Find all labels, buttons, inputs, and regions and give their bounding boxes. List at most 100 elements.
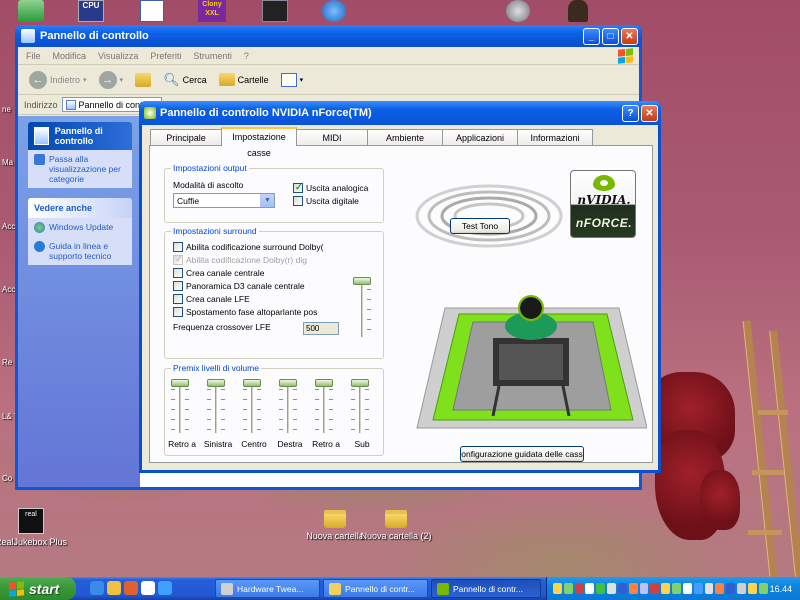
close-button[interactable]: ✕ <box>641 104 658 122</box>
app-icon[interactable] <box>262 0 288 22</box>
tray-icon[interactable] <box>747 583 757 594</box>
game-icon[interactable] <box>568 0 588 22</box>
premix-slider[interactable] <box>205 379 227 435</box>
clony-icon[interactable]: Clony XXL <box>198 0 226 22</box>
menu-view[interactable]: Visualizza <box>98 51 138 61</box>
close-button[interactable]: ✕ <box>621 27 638 45</box>
premix-slider[interactable] <box>313 379 335 435</box>
menu-help[interactable]: ? <box>244 51 249 61</box>
tray-icon[interactable] <box>715 583 725 594</box>
tray-icon[interactable] <box>672 583 681 594</box>
tab-informazioni[interactable]: Informazioni <box>517 129 593 146</box>
views-button[interactable]: ▾ <box>278 71 307 89</box>
menu-favorites[interactable]: Preferiti <box>150 51 181 61</box>
slider-tick <box>185 419 189 420</box>
dolby-digital-checkbox[interactable]: Abilita codificazione Dolby(r) dig <box>173 254 307 265</box>
d3-center-pan-checkbox[interactable]: Panoramica D3 canale centrale <box>173 281 305 291</box>
slider-thumb[interactable] <box>171 379 189 387</box>
help-button[interactable]: ? <box>622 104 639 122</box>
speaker-wizard-button[interactable]: onfigurazione guidata delle cass <box>460 446 584 462</box>
media-icon[interactable] <box>124 581 138 595</box>
tab-principale[interactable]: Principale <box>150 129 222 146</box>
slider-thumb[interactable] <box>351 379 369 387</box>
dolby-surround-checkbox[interactable]: Abilita codificazione surround Dolby( <box>173 242 324 252</box>
tray-icon[interactable] <box>737 583 746 594</box>
control-panel-box-header[interactable]: Pannello di controllo <box>28 122 132 150</box>
slider-thumb[interactable] <box>315 379 333 387</box>
tray-icon[interactable] <box>758 583 768 594</box>
tray-icon[interactable] <box>585 583 595 594</box>
center-channel-checkbox[interactable]: Crea canale centrale <box>173 268 264 278</box>
task-hardware-tweaker[interactable]: Hardware Twea... <box>215 579 320 598</box>
analog-output-checkbox[interactable]: Uscita analogica <box>293 182 368 193</box>
tray-icon[interactable] <box>563 583 573 594</box>
premix-slider[interactable] <box>349 379 371 435</box>
tray-icon[interactable] <box>607 583 616 594</box>
word-document-icon[interactable] <box>140 0 164 22</box>
digital-output-checkbox[interactable]: Uscita digitale <box>293 196 359 206</box>
tray-icon[interactable] <box>682 583 692 594</box>
maximize-button[interactable]: □ <box>602 27 619 45</box>
nvidia-titlebar[interactable]: Pannello di controllo NVIDIA nForce(TM) … <box>139 101 661 125</box>
tray-icon[interactable] <box>628 583 638 594</box>
tab-midi[interactable]: MIDI <box>296 129 368 146</box>
tab-ambiente[interactable]: Ambiente <box>367 129 443 146</box>
see-also-header[interactable]: Vedere anche <box>28 198 132 218</box>
speaker-phase-checkbox[interactable]: Spostamento fase altoparlante pos <box>173 307 317 317</box>
test-tone-button[interactable]: Test Tono <box>450 218 510 234</box>
tray-icon[interactable] <box>693 583 703 594</box>
premix-slider[interactable] <box>277 379 299 435</box>
task-nvidia-control-panel[interactable]: Pannello di contr... <box>431 579 541 598</box>
slider-thumb[interactable] <box>353 277 371 285</box>
search-button[interactable]: 🔍︎ Cerca <box>160 70 210 90</box>
show-desktop-icon[interactable] <box>141 581 155 595</box>
minimize-button[interactable]: _ <box>583 27 600 45</box>
menu-tools[interactable]: Strumenti <box>193 51 232 61</box>
premix-slider[interactable] <box>169 379 191 435</box>
listening-mode-select[interactable]: Cuffie ▼ <box>173 193 275 208</box>
app-icon[interactable] <box>158 581 172 595</box>
menu-file[interactable]: File <box>26 51 41 61</box>
tab-impostazione-casse[interactable]: Impostazione casse <box>221 127 297 158</box>
cd-icon[interactable] <box>506 0 530 22</box>
switch-view-link[interactable]: Passa alla visualizzazione per categorie <box>28 150 132 188</box>
crossover-slider[interactable] <box>351 277 373 339</box>
slider-tick <box>243 429 247 430</box>
task-control-panel[interactable]: Pannello di contr... <box>323 579 428 598</box>
tray-icon[interactable] <box>661 583 671 594</box>
slider-thumb[interactable] <box>243 379 261 387</box>
slider-thumb[interactable] <box>207 379 225 387</box>
windows-update-link[interactable]: Windows Update <box>28 218 132 237</box>
tab-applicazioni[interactable]: Applicazioni <box>442 129 518 146</box>
tray-icon[interactable] <box>650 583 660 594</box>
start-button[interactable]: start <box>0 577 76 600</box>
tray-icon[interactable] <box>617 583 627 594</box>
recycle-icon[interactable] <box>18 0 44 22</box>
tray-icon[interactable] <box>574 583 584 594</box>
premix-slider[interactable] <box>241 379 263 435</box>
slider-tick <box>279 399 283 400</box>
up-folder-button[interactable] <box>132 71 154 89</box>
internet-explorer-icon[interactable] <box>90 581 104 595</box>
desktop-icon-new-folder-2[interactable]: Nuova cartella (2) <box>357 510 435 541</box>
desktop-icon-realjukebox[interactable]: real RealJukebox Plus <box>0 508 70 547</box>
explorer-titlebar[interactable]: Pannello di controllo _ □ ✕ <box>15 25 642 47</box>
volume-icon[interactable] <box>704 583 714 594</box>
tray-icon[interactable] <box>639 583 649 594</box>
back-button[interactable]: ← Indietro ▾ <box>26 69 90 91</box>
checkbox-box <box>173 307 183 317</box>
slider-thumb[interactable] <box>279 379 297 387</box>
cpu-z-icon[interactable]: CPU <box>78 0 104 22</box>
menu-edit[interactable]: Modifica <box>53 51 87 61</box>
forward-button[interactable]: → ▾ <box>96 69 127 91</box>
folders-button[interactable]: Cartelle <box>216 71 272 88</box>
folder-icon[interactable] <box>107 581 121 595</box>
tray-icon[interactable] <box>553 583 562 594</box>
tray-icon[interactable] <box>596 583 606 594</box>
help-support-link[interactable]: Guida in linea e supporto tecnico <box>28 237 132 265</box>
network-icon[interactable] <box>322 0 346 22</box>
crossover-value-field[interactable]: 500 <box>303 322 339 335</box>
slider-tick <box>171 389 175 390</box>
lfe-channel-checkbox[interactable]: Crea canale LFE <box>173 294 250 304</box>
tray-icon[interactable] <box>726 583 736 594</box>
